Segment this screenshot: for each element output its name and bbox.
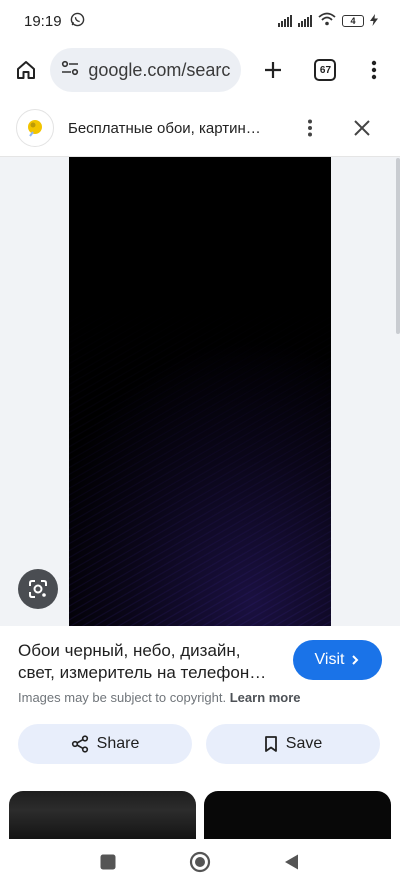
whatsapp-icon xyxy=(70,12,85,31)
save-label: Save xyxy=(285,735,323,752)
learn-more-link[interactable]: Learn more xyxy=(230,690,301,705)
lens-button[interactable] xyxy=(18,569,58,609)
home-nav-button[interactable] xyxy=(189,851,211,878)
wifi-icon xyxy=(318,12,336,30)
browser-menu-button[interactable] xyxy=(358,52,390,88)
signal-icon xyxy=(278,15,292,27)
related-image[interactable] xyxy=(9,791,196,839)
close-icon xyxy=(354,120,370,136)
visit-button[interactable]: Visit xyxy=(293,640,382,680)
chevron-right-icon xyxy=(352,655,359,665)
system-nav-bar xyxy=(0,839,400,889)
copyright-notice: Images may be subject to copyright. Lear… xyxy=(18,690,301,705)
back-triangle-icon xyxy=(285,854,298,869)
url-text: google.com/search xyxy=(88,59,231,80)
image-caption[interactable]: Обои черный, небо, дизайн, свет, измерит… xyxy=(18,640,282,684)
new-tab-button[interactable] xyxy=(257,52,289,88)
charging-icon xyxy=(370,13,378,30)
share-label: Share xyxy=(96,735,140,752)
home-button[interactable] xyxy=(10,52,42,88)
back-button[interactable] xyxy=(283,853,301,876)
close-button[interactable] xyxy=(348,114,376,142)
related-image[interactable] xyxy=(204,791,391,839)
tab-count: 67 xyxy=(314,59,337,81)
preview-image[interactable] xyxy=(69,157,331,626)
lens-icon xyxy=(29,580,47,598)
copyright-text: Images may be subject to copyright. xyxy=(18,690,227,705)
battery-icon: 4 xyxy=(342,15,364,27)
site-settings-icon[interactable] xyxy=(60,58,80,83)
recents-button[interactable] xyxy=(99,853,117,876)
clock: 19:19 xyxy=(24,12,62,30)
signal-icon-2 xyxy=(298,15,312,27)
circle-icon xyxy=(189,851,211,872)
more-vert-icon xyxy=(371,60,376,80)
more-vert-icon xyxy=(308,119,312,137)
save-button[interactable]: Save xyxy=(206,724,380,764)
site-more-button[interactable] xyxy=(296,114,324,142)
browser-toolbar: google.com/search 67 xyxy=(0,42,400,98)
source-site-header[interactable]: Бесплатные обои, картин… xyxy=(0,100,400,157)
image-info-panel: Обои черный, небо, дизайн, свет, измерит… xyxy=(0,626,400,786)
square-icon xyxy=(100,854,116,869)
battery-level: 4 xyxy=(350,15,356,26)
site-title[interactable]: Бесплатные обои, картин… xyxy=(68,120,278,137)
address-bar[interactable]: google.com/search xyxy=(50,48,241,92)
scrollbar[interactable] xyxy=(396,158,400,334)
bookmark-icon xyxy=(264,736,277,752)
tab-switcher-button[interactable]: 67 xyxy=(309,52,341,88)
share-button[interactable]: Share xyxy=(18,724,192,764)
plus-icon xyxy=(265,62,282,78)
status-bar: 19:19 4 xyxy=(0,0,400,42)
home-icon xyxy=(17,61,36,79)
share-icon xyxy=(71,735,88,753)
site-favicon xyxy=(16,109,54,147)
visit-label: Visit xyxy=(314,651,345,668)
